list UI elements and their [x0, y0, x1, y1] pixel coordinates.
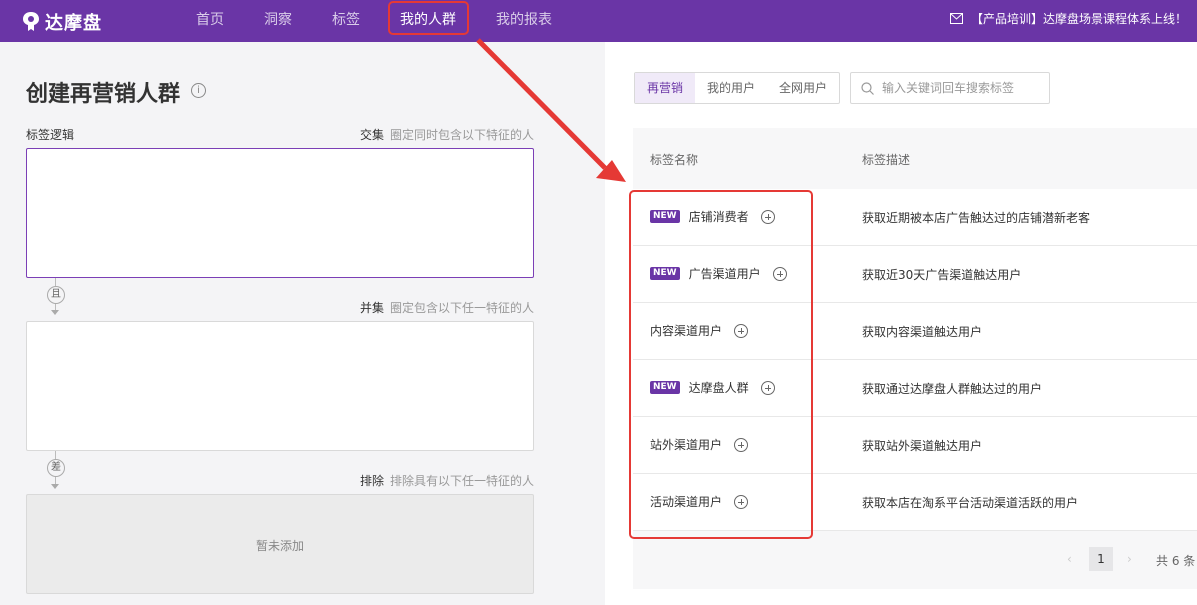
union-hint: 圈定包含以下任一特征的人: [389, 301, 534, 315]
tag-table: 标签名称 标签描述 NEW 店铺消费者 获取近期被本店广告触达过的店铺潜新老客 NEW…: [633, 128, 1197, 589]
tag-source-tabs: 再营销 我的用户 全网用户: [634, 72, 841, 104]
intersection-hint: 圈定同时包含以下特征的人: [389, 128, 534, 142]
plus-circle-icon[interactable]: [734, 437, 749, 452]
tab-my-users[interactable]: 我的用户: [695, 73, 767, 103]
table-row: 内容渠道用户 获取内容渠道触达用户: [633, 303, 1197, 360]
pagination-next[interactable]: ›: [1127, 552, 1132, 566]
nav-home[interactable]: 首页: [196, 9, 224, 29]
exclude-label: 排除: [359, 474, 384, 488]
union-label: 并集: [359, 301, 384, 315]
column-header-name: 标签名称: [650, 153, 699, 167]
nav-my-reports[interactable]: 我的报表: [496, 9, 552, 29]
tag-description: 获取近30天广告渠道触达用户: [862, 268, 1022, 282]
tag-name-cell: NEW 广告渠道用户: [650, 265, 787, 282]
top-nav-bar: 达摩盘 首页 洞察 标签 我的人群 我的报表 【产品培训】达摩盘场景课程体系上线…: [0, 0, 1197, 42]
nav-highlight-annotation: [388, 1, 469, 35]
intersection-dropzone[interactable]: [26, 148, 534, 278]
tag-search-box[interactable]: [850, 72, 1050, 104]
tag-name-cell: 站外渠道用户: [650, 436, 749, 453]
logo-icon: [23, 12, 39, 31]
tag-name: 达摩盘人群: [688, 381, 749, 395]
tag-name: 站外渠道用户: [650, 438, 723, 452]
tag-description: 获取本店在淘系平台活动渠道活跃的用户: [862, 496, 1079, 510]
create-audience-panel: 创建再营销人群 i 标签逻辑 交集 圈定同时包含以下特征的人 且 并集 圈定包含以下…: [0, 42, 605, 605]
nav-tags[interactable]: 标签: [332, 9, 360, 29]
tag-selector-panel: 再营销 我的用户 全网用户 标签名称 标签描述 NEW 店铺消费者 获取近期被本店广…: [605, 42, 1197, 605]
tag-description: 获取站外渠道触达用户: [862, 439, 983, 453]
intersection-label: 交集: [359, 128, 384, 142]
tag-name: 内容渠道用户: [650, 324, 723, 338]
tag-description: 获取内容渠道触达用户: [862, 325, 983, 339]
table-row: NEW 店铺消费者 获取近期被本店广告触达过的店铺潜新老客: [633, 189, 1197, 246]
tag-description: 获取近期被本店广告触达过的店铺潜新老客: [862, 211, 1091, 225]
tab-all-users[interactable]: 全网用户: [767, 73, 839, 103]
exclude-hint: 排除具有以下任一特征的人: [389, 474, 534, 488]
exclude-header: 排除 排除具有以下任一特征的人: [360, 472, 534, 489]
mail-icon: [950, 13, 963, 24]
connector-arrow: [51, 484, 59, 489]
exclude-dropzone[interactable]: 暂未添加: [26, 494, 534, 594]
and-connector: 且: [47, 286, 65, 304]
union-dropzone[interactable]: [26, 321, 534, 451]
tag-name: 活动渠道用户: [650, 495, 723, 509]
tab-remarketing[interactable]: 再营销: [635, 73, 696, 103]
plus-circle-icon[interactable]: [760, 209, 775, 224]
table-header: 标签名称 标签描述: [633, 128, 1197, 189]
tag-logic-label: 标签逻辑: [26, 128, 75, 142]
column-header-desc: 标签描述: [862, 153, 911, 167]
tag-name: 店铺消费者: [688, 210, 749, 224]
new-badge: NEW: [650, 210, 680, 223]
tag-name-cell: NEW 达摩盘人群: [650, 379, 775, 396]
tag-description: 获取通过达摩盘人群触达过的用户: [862, 382, 1043, 396]
notice-banner[interactable]: 【产品培训】达摩盘场景课程体系上线！: [950, 10, 1187, 27]
tag-name-cell: 活动渠道用户: [650, 493, 749, 510]
tag-name-cell: 内容渠道用户: [650, 322, 749, 339]
pagination-page[interactable]: 1: [1089, 547, 1113, 571]
plus-circle-icon[interactable]: [734, 323, 749, 338]
tag-name-cell: NEW 店铺消费者: [650, 208, 775, 225]
nav-insight[interactable]: 洞察: [264, 9, 292, 29]
brand-logo[interactable]: 达摩盘: [22, 9, 102, 35]
table-row: NEW 广告渠道用户 获取近30天广告渠道触达用户: [633, 246, 1197, 303]
table-row: 活动渠道用户 获取本店在淘系平台活动渠道活跃的用户: [633, 474, 1197, 531]
notice-text: 【产品培训】达摩盘场景课程体系上线！: [971, 12, 1188, 26]
plus-circle-icon[interactable]: [734, 494, 749, 509]
intersection-header: 交集 圈定同时包含以下特征的人: [360, 126, 534, 143]
brand-name: 达摩盘: [45, 13, 102, 34]
connector-arrow: [51, 310, 59, 315]
table-row: NEW 达摩盘人群 获取通过达摩盘人群触达过的用户: [633, 360, 1197, 417]
diff-connector: 差: [47, 459, 65, 477]
new-badge: NEW: [650, 381, 680, 394]
plus-circle-icon[interactable]: [772, 266, 787, 281]
info-icon[interactable]: i: [191, 83, 206, 98]
tag-search-input[interactable]: [882, 81, 1042, 95]
union-header: 并集 圈定包含以下任一特征的人: [360, 299, 534, 316]
pagination: ‹ 1 › 共 6 条: [633, 531, 1197, 589]
plus-circle-icon[interactable]: [760, 380, 775, 395]
new-badge: NEW: [650, 267, 680, 280]
pagination-prev[interactable]: ‹: [1067, 552, 1072, 566]
page-title: 创建再营销人群: [26, 82, 181, 107]
table-row: 站外渠道用户 获取站外渠道触达用户: [633, 417, 1197, 474]
tag-name: 广告渠道用户: [688, 267, 761, 281]
pagination-total: 共 6 条: [1156, 554, 1196, 568]
search-icon: [861, 81, 874, 95]
empty-placeholder: 暂未添加: [255, 539, 304, 553]
